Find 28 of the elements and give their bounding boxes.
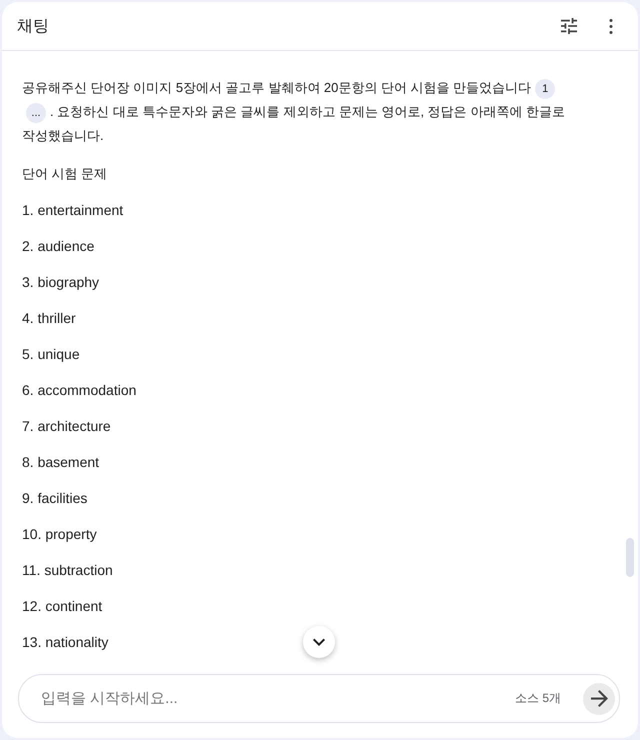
sliders-icon[interactable] xyxy=(561,18,577,34)
quiz-item: 8. basement xyxy=(22,453,100,472)
source-count: 소스 5개 xyxy=(514,690,561,707)
panel-title: 채팅 xyxy=(17,16,49,36)
scrollbar-thumb[interactable] xyxy=(626,538,634,577)
chat-input-box[interactable]: 입력을 시작하세요... 소스 5개 xyxy=(18,674,620,723)
quiz-item: 4. thriller xyxy=(22,309,76,328)
quiz-item: 6. accommodation xyxy=(22,381,136,400)
quiz-item: 13. nationality xyxy=(22,633,108,652)
quiz-item: 10. property xyxy=(22,525,97,544)
quiz-item: 2. audience xyxy=(22,237,94,256)
send-button[interactable] xyxy=(583,682,615,714)
quiz-item: 1. entertainment xyxy=(22,201,124,220)
message-input[interactable]: 입력을 시작하세요... xyxy=(41,690,495,707)
quiz-item: 5. unique xyxy=(22,345,80,364)
quiz-heading: 단어 시험 문제 xyxy=(22,165,108,183)
citation-chip[interactable]: ... xyxy=(26,102,46,123)
quiz-item: 3. biography xyxy=(22,273,100,292)
quiz-item: 7. architecture xyxy=(22,417,111,436)
quiz-item: 12. continent xyxy=(22,597,102,616)
quiz-item: 9. facilities xyxy=(22,489,88,508)
response-paragraph: 공유해주신 단어장 이미지 5장에서 골고루 발췌하여 20문항의 단어 시험을 만들었습니다 1 ... . 요청하신 대로 특수문자와 굵은 글씨를 제외하고 문제는 영어로, 정답은 아래쪽에 한글로 작성했습니다. xyxy=(22,78,566,145)
citation-chip[interactable]: 1 xyxy=(535,78,556,99)
more-options-icon[interactable] xyxy=(609,18,613,34)
chevron-down-icon xyxy=(313,638,325,646)
arrow-right-icon xyxy=(590,690,608,707)
quiz-item: 11. subtraction xyxy=(22,561,113,580)
scroll-down-button[interactable] xyxy=(303,626,335,658)
